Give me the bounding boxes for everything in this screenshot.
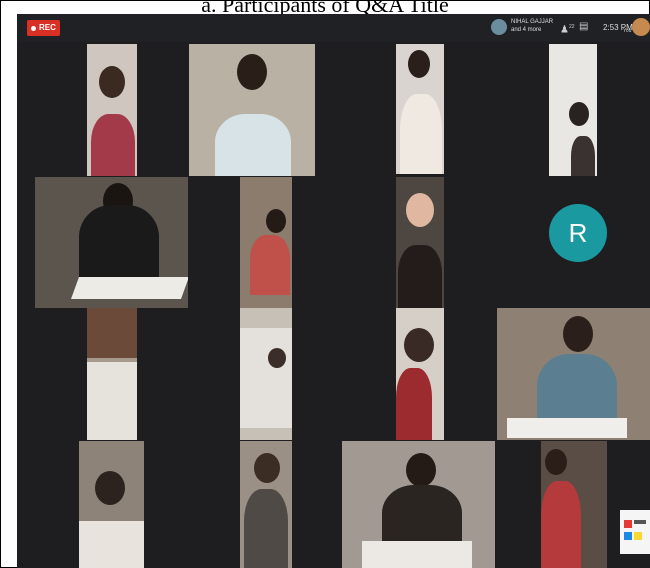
participant-head xyxy=(266,209,286,233)
participants-count: 22 xyxy=(568,24,575,30)
recording-badge: REC xyxy=(27,20,60,36)
paper-sheet xyxy=(362,541,472,568)
participant-head xyxy=(563,316,593,352)
record-dot-icon xyxy=(31,25,36,31)
watermark-logo xyxy=(620,510,650,554)
participant-head xyxy=(95,471,125,505)
paper-sheet xyxy=(87,362,137,440)
participant-tile-2[interactable] xyxy=(189,44,315,176)
participant-tile-14[interactable] xyxy=(342,441,495,568)
participant-head xyxy=(404,328,434,362)
chat-icon[interactable]: ▤ xyxy=(579,22,588,32)
participant-body xyxy=(250,235,290,295)
participant-head xyxy=(237,54,267,90)
rec-label: REC xyxy=(39,23,56,32)
participant-tile-12[interactable] xyxy=(79,441,144,568)
participant-body xyxy=(244,489,288,568)
self-avatar[interactable] xyxy=(632,18,650,36)
participant-head xyxy=(408,50,430,78)
participant-head xyxy=(406,193,434,227)
participant-body xyxy=(541,481,581,568)
participant-head xyxy=(268,348,286,368)
participant-body xyxy=(215,114,291,176)
participant-body xyxy=(91,114,135,176)
participant-tile-8[interactable] xyxy=(87,308,137,440)
participant-avatar-r[interactable]: R xyxy=(549,204,607,262)
participant-tile-13[interactable] xyxy=(240,441,292,568)
paper-sheet xyxy=(79,521,144,568)
participant-tile-1[interactable] xyxy=(87,44,137,176)
paper-sheet xyxy=(240,328,292,428)
people-icon[interactable]: ♟22 xyxy=(560,22,575,35)
presenter-more: and 4 more xyxy=(511,27,542,33)
wall-art xyxy=(87,308,137,358)
paper-sheet xyxy=(507,418,627,438)
meeting-window: REC NIHAL GAJJAR and 4 more ♟22 ▤ 2:53 P… xyxy=(17,14,650,568)
participant-head xyxy=(254,453,280,483)
participant-body xyxy=(571,136,595,176)
participant-body xyxy=(396,368,432,440)
participant-tile-3[interactable] xyxy=(396,44,444,174)
participant-tile-11[interactable] xyxy=(497,308,650,440)
participant-tile-9[interactable] xyxy=(240,308,292,440)
participant-tile-4[interactable] xyxy=(549,44,597,176)
participant-body xyxy=(400,94,442,174)
presenter-info[interactable]: NIHAL GAJJAR and 4 more xyxy=(511,18,553,34)
participant-tile-10[interactable] xyxy=(396,308,444,440)
participant-tile-7[interactable] xyxy=(396,177,444,308)
participant-head xyxy=(569,102,589,126)
participant-head xyxy=(406,453,436,487)
participant-body xyxy=(79,205,159,285)
participant-body xyxy=(398,245,442,308)
self-label: You xyxy=(623,28,632,34)
presenter-avatar[interactable] xyxy=(491,19,507,35)
paper-sheet xyxy=(70,277,188,299)
participant-tile-5[interactable] xyxy=(35,177,188,308)
participant-tile-6[interactable] xyxy=(240,177,292,308)
top-bar: REC NIHAL GAJJAR and 4 more ♟22 ▤ 2:53 P… xyxy=(17,14,650,42)
presenter-name: NIHAL GAJJAR xyxy=(511,19,554,25)
participant-tile-15[interactable] xyxy=(541,441,607,568)
participant-head xyxy=(99,66,125,98)
participant-head xyxy=(545,449,567,475)
